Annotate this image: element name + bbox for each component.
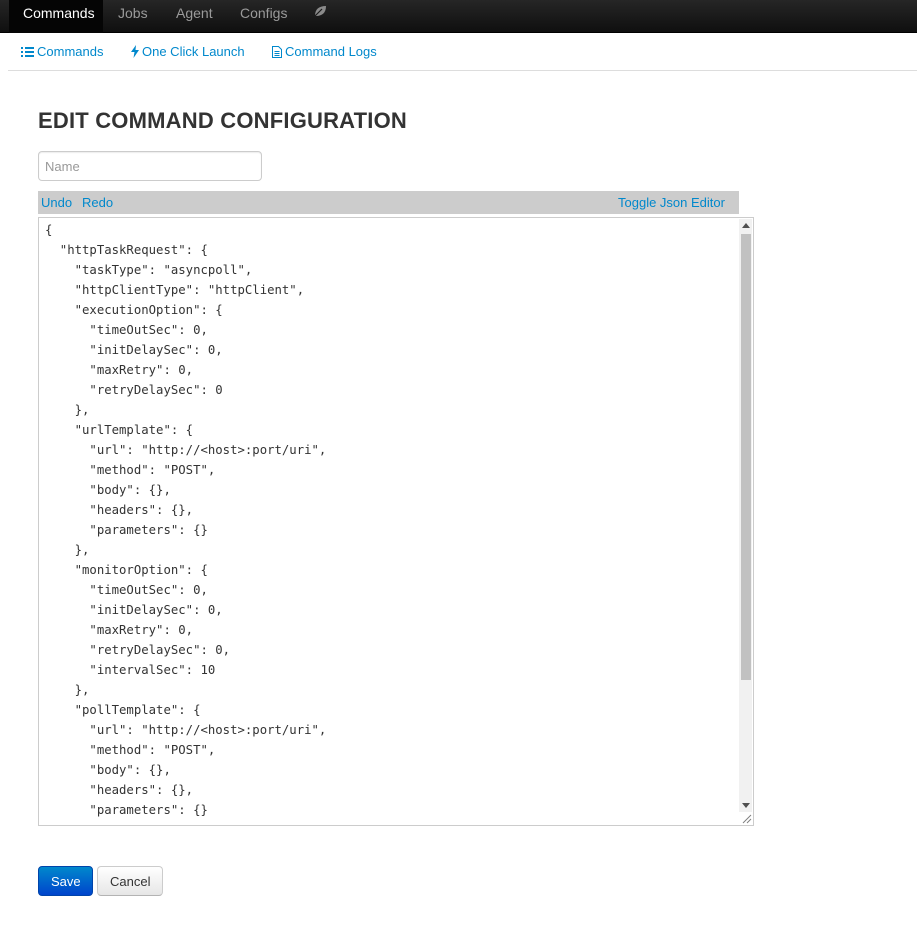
name-input[interactable] — [38, 151, 262, 181]
save-button[interactable]: Save — [38, 866, 93, 896]
list-icon — [21, 47, 34, 57]
nav-agent[interactable]: Agent — [176, 0, 213, 30]
page-title: EDIT COMMAND CONFIGURATION — [38, 108, 407, 133]
subnav-command-logs-label: Command Logs — [285, 44, 377, 59]
scroll-down-icon[interactable] — [742, 803, 750, 808]
subnav-one-click-launch-link[interactable]: One Click Launch — [131, 44, 245, 59]
bolt-icon — [131, 45, 139, 58]
json-editor[interactable]: { "httpTaskRequest": { "taskType": "asyn… — [38, 217, 754, 826]
top-navbar: Commands Jobs Agent Configs — [0, 0, 917, 33]
nav-commands[interactable]: Commands — [9, 0, 103, 33]
resize-grip-icon[interactable] — [741, 813, 752, 824]
nav-configs[interactable]: Configs — [240, 0, 287, 30]
subnav-commands-link[interactable]: Commands — [21, 44, 103, 59]
sub-navigation: Commands One Click Launch Command Logs — [8, 34, 917, 71]
file-icon — [272, 46, 282, 58]
editor-scrollbar[interactable] — [739, 219, 752, 812]
subnav-commands-label: Commands — [37, 44, 104, 59]
redo-button[interactable]: Redo — [82, 195, 113, 210]
json-editor-content[interactable]: { "httpTaskRequest": { "taskType": "asyn… — [45, 220, 326, 820]
undo-button[interactable]: Undo — [41, 195, 72, 210]
scroll-thumb[interactable] — [741, 234, 751, 680]
leaf-icon[interactable] — [313, 4, 327, 23]
nav-jobs[interactable]: Jobs — [118, 0, 148, 30]
editor-toolbar: Undo Redo Toggle Json Editor — [38, 191, 739, 214]
toggle-json-editor-button[interactable]: Toggle Json Editor — [618, 195, 725, 210]
subnav-command-logs-link[interactable]: Command Logs — [272, 44, 377, 59]
cancel-button[interactable]: Cancel — [97, 866, 163, 896]
scroll-up-icon[interactable] — [742, 223, 750, 228]
subnav-one-click-launch-label: One Click Launch — [142, 44, 245, 59]
